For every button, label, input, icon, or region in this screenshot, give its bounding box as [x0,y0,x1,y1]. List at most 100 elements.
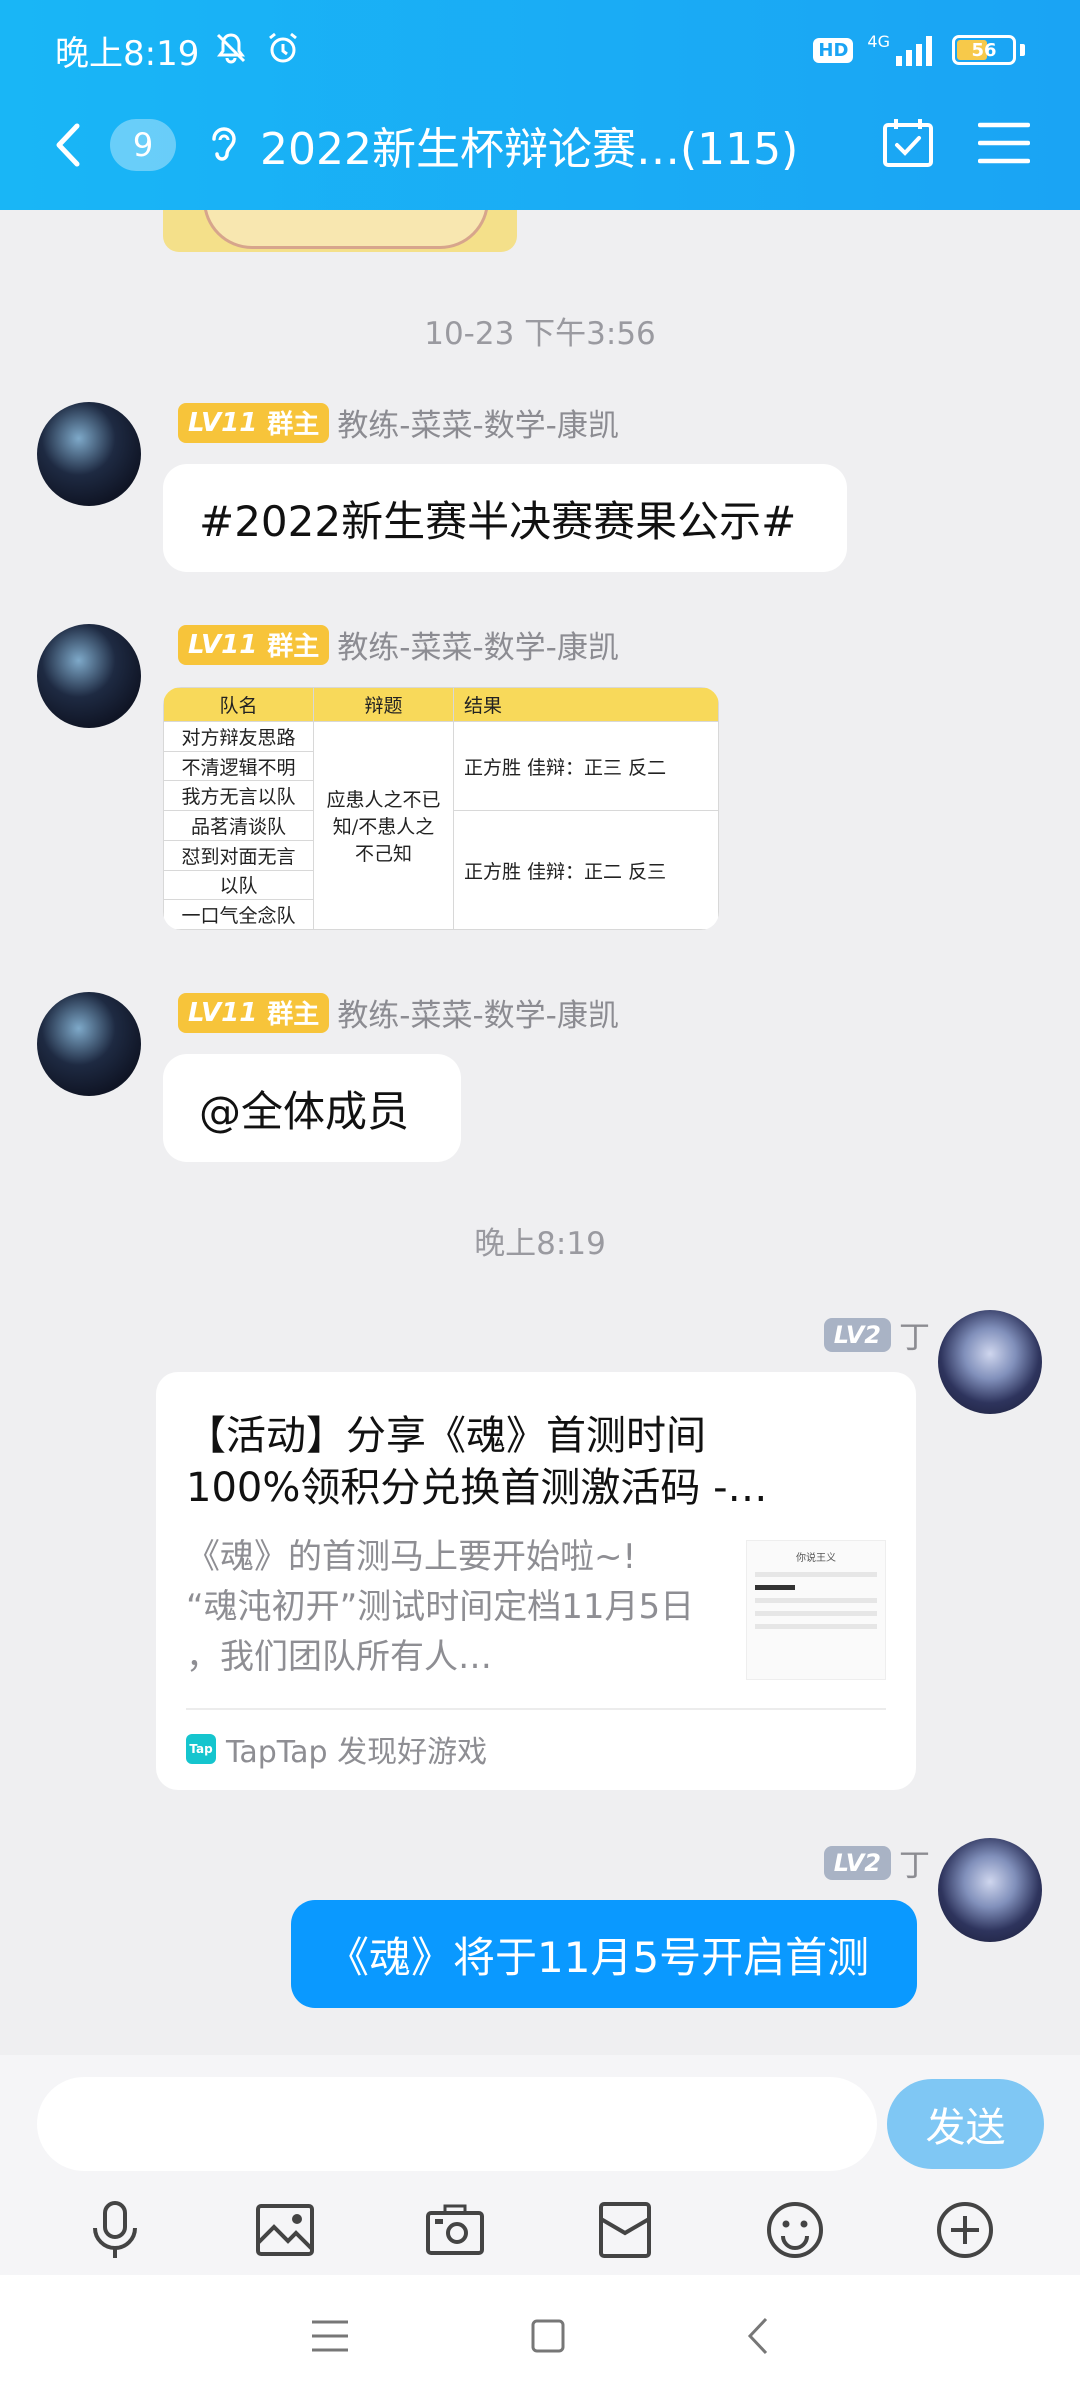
emoji-icon[interactable] [760,2195,830,2265]
sender-name: 教练-菜菜-数学-康凯 [337,998,619,1034]
mute-icon [213,30,249,70]
table-cell: 一口气全念队 [163,899,314,930]
level-badge: LV2 [823,1317,891,1352]
timestamp: 10-23 下午3:56 [424,316,656,352]
image-icon[interactable] [250,2195,320,2265]
chat-header: 晚上8:19 HD 4G 56 9 2022新生杯辩论赛…(115) [0,0,1080,210]
sender-row: LV2 丁 [823,1312,930,1357]
message-bubble[interactable]: #2022新生赛半决赛赛果公示# [163,464,847,572]
menu-icon[interactable] [977,120,1031,170]
card-divider [186,1708,886,1710]
table-header: 辩题 [313,687,454,722]
card-desc-line: 《魂》的首测马上要开始啦~! [186,1537,637,1577]
topic-line: 不己知 [354,843,412,865]
card-description: 《魂》的首测马上要开始啦~! “魂沌初开”测试时间定档11月5日 ，我们团队所有… [186,1532,706,1682]
battery-level: 56 [971,39,997,61]
card-source-label: TapTap 发现好游戏 [226,1735,488,1770]
card-title-line: 100%领积分兑换首测激活码 -… [186,1465,768,1511]
owner-badge: LV11 群主 [178,402,330,443]
hd-icon: HD [813,37,854,63]
unread-count-badge[interactable]: 9 [110,119,176,171]
previous-image-thumbnail[interactable] [163,210,517,252]
thumbnail-title: 你说王义 [796,1553,836,1564]
my-message-bubble[interactable]: 《魂》将于11月5号开启首测 [291,1900,917,2008]
level-label: LV11 [188,407,258,438]
sender-row: LV11 群主 教练-菜菜-数学-康凯 [178,990,619,1035]
card-thumbnail: 你说王义 [746,1540,886,1680]
status-time: 晚上8:19 [55,33,200,74]
avatar[interactable] [37,402,141,506]
table-cell: 怼到对面无言 [163,839,314,871]
system-navigation-bar [0,2275,1080,2400]
card-title-line: 【活动】分享《魂》首测时间 [186,1413,706,1459]
avatar[interactable] [938,1310,1042,1414]
battery-icon: 56 [952,35,1016,65]
level-label: LV11 [188,997,258,1028]
role-label: 群主 [267,1000,320,1030]
calendar-check-icon[interactable] [880,115,936,175]
send-button[interactable]: 发送 [887,2079,1044,2169]
card-source: Tap TapTap 发现好游戏 [186,1724,487,1774]
sender-name: 教练-菜菜-数学-康凯 [337,408,619,444]
home-icon[interactable] [530,2318,566,2358]
thumbnail-line [755,1611,877,1616]
sender-row: LV11 群主 教练-菜菜-数学-康凯 [178,622,619,667]
sender-row: LV11 群主 教练-菜菜-数学-康凯 [178,400,619,445]
recent-apps-icon[interactable] [310,2318,350,2358]
chevron-left-icon [56,123,80,167]
signal-icon: 4G [867,34,938,66]
result-cell: 正方胜 佳辩：正三 反二 [453,720,719,812]
message-list[interactable]: 10-23 下午3:56 LV11 群主 教练-菜菜-数学-康凯 #2022新生… [0,210,1080,2055]
camera-icon[interactable] [420,2195,490,2265]
topic-cell: 应患人之不已 知/不患人之 不己知 [313,721,454,930]
level-badge: LV2 [823,1845,891,1880]
earpiece-mode-icon[interactable] [206,121,246,169]
card-desc-line: “魂沌初开”测试时间定档11月5日 [186,1587,695,1627]
sender-name: 丁 [899,1320,930,1356]
alarm-icon [265,30,301,70]
timestamp: 晚上8:19 [474,1226,606,1262]
role-label: 群主 [267,410,320,440]
card-desc-line: ，我们团队所有人… [186,1637,492,1677]
back-button[interactable] [52,117,92,173]
network-type: 4G [867,32,890,51]
table-cell: 以队 [163,869,314,901]
sender-name: 教练-菜菜-数学-康凯 [337,630,619,666]
level-label: LV11 [188,629,258,660]
nav-bar: 9 2022新生杯辩论赛…(115) [0,110,1080,180]
card-title: 【活动】分享《魂》首测时间 100%领积分兑换首测激活码 -… [186,1410,886,1514]
topic-line: 知/不患人之 [332,816,435,838]
topic-line: 应患人之不已 [326,789,441,811]
sender-name: 丁 [899,1848,930,1884]
thumbnail-line [755,1598,877,1603]
chat-title[interactable]: 2022新生杯辩论赛…(115) [260,113,798,177]
link-card[interactable]: 【活动】分享《魂》首测时间 100%领积分兑换首测激活码 -… 《魂》的首测马上… [156,1372,916,1790]
owner-badge: LV11 群主 [178,992,330,1033]
table-cell: 不清逻辑不明 [163,750,314,782]
thumbnail-line [755,1572,877,1577]
composer: 发送 [0,2055,1080,2275]
table-header: 结果 [453,687,719,722]
thumbnail-line [755,1624,877,1629]
sender-row: LV2 丁 [823,1840,930,1885]
thumbnail-line [755,1585,795,1590]
back-nav-icon[interactable] [746,2316,770,2360]
table-cell: 品茗清谈队 [163,810,314,841]
table-header: 队名 [163,687,314,722]
owner-badge: LV11 群主 [178,624,330,665]
role-label: 群主 [267,632,320,662]
avatar[interactable] [37,624,141,728]
composer-toolbar [0,2185,1080,2275]
message-bubble[interactable]: @全体成员 [163,1054,461,1162]
message-input[interactable] [37,2077,877,2171]
plus-icon[interactable] [930,2195,1000,2265]
taptap-logo-icon: Tap [186,1734,216,1764]
status-bar: 晚上8:19 HD 4G 56 [55,22,1025,78]
red-packet-icon[interactable] [590,2195,660,2265]
result-cell: 正方胜 佳辩：正二 反三 [453,810,719,930]
avatar[interactable] [37,992,141,1096]
table-cell: 对方辩友思路 [163,721,314,752]
mic-icon[interactable] [80,2195,150,2265]
avatar[interactable] [938,1838,1042,1942]
results-table-image[interactable]: 队名 辩题 结果 对方辩友思路 应患人之不已 知/不患人之 不己知 正方胜 佳辩… [163,687,719,930]
